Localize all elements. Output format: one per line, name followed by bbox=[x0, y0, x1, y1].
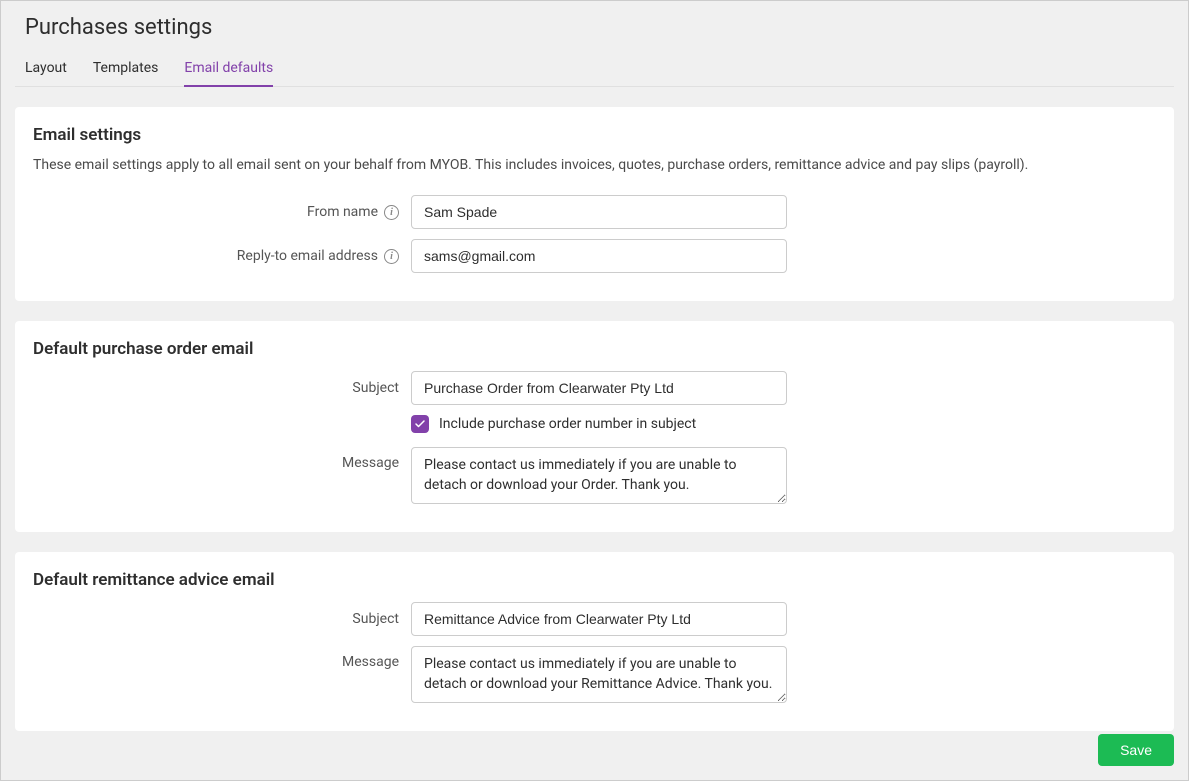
tabs: Layout Templates Email defaults bbox=[15, 54, 1174, 87]
po-subject-input[interactable] bbox=[411, 371, 787, 405]
purchase-order-title: Default purchase order email bbox=[33, 339, 1156, 359]
message-label: Message bbox=[342, 654, 399, 670]
email-settings-description: These email settings apply to all email … bbox=[33, 157, 1156, 173]
message-label: Message bbox=[342, 455, 399, 471]
include-po-number-checkbox[interactable] bbox=[411, 415, 429, 433]
from-name-input[interactable] bbox=[411, 195, 787, 229]
subject-label: Subject bbox=[352, 380, 399, 396]
remittance-message-textarea[interactable]: Please contact us immediately if you are… bbox=[411, 646, 787, 703]
from-name-label: From name bbox=[307, 204, 378, 220]
page-title: Purchases settings bbox=[15, 15, 1174, 40]
po-message-textarea[interactable]: Please contact us immediately if you are… bbox=[411, 447, 787, 504]
tab-templates[interactable]: Templates bbox=[93, 54, 159, 86]
save-button[interactable]: Save bbox=[1098, 734, 1174, 766]
tab-layout[interactable]: Layout bbox=[25, 54, 67, 86]
reply-to-label: Reply-to email address bbox=[237, 248, 378, 264]
info-icon[interactable]: i bbox=[384, 249, 399, 264]
reply-to-input[interactable] bbox=[411, 239, 787, 273]
subject-label: Subject bbox=[352, 611, 399, 627]
remittance-card: Default remittance advice email Subject … bbox=[15, 552, 1174, 731]
checkmark-icon bbox=[414, 418, 426, 430]
email-settings-title: Email settings bbox=[33, 125, 1156, 145]
remittance-subject-input[interactable] bbox=[411, 602, 787, 636]
email-settings-card: Email settings These email settings appl… bbox=[15, 107, 1174, 301]
info-icon[interactable]: i bbox=[384, 205, 399, 220]
tab-email-defaults[interactable]: Email defaults bbox=[184, 54, 273, 86]
include-po-number-label: Include purchase order number in subject bbox=[439, 416, 696, 432]
remittance-title: Default remittance advice email bbox=[33, 570, 1156, 590]
purchase-order-card: Default purchase order email Subject Inc… bbox=[15, 321, 1174, 532]
